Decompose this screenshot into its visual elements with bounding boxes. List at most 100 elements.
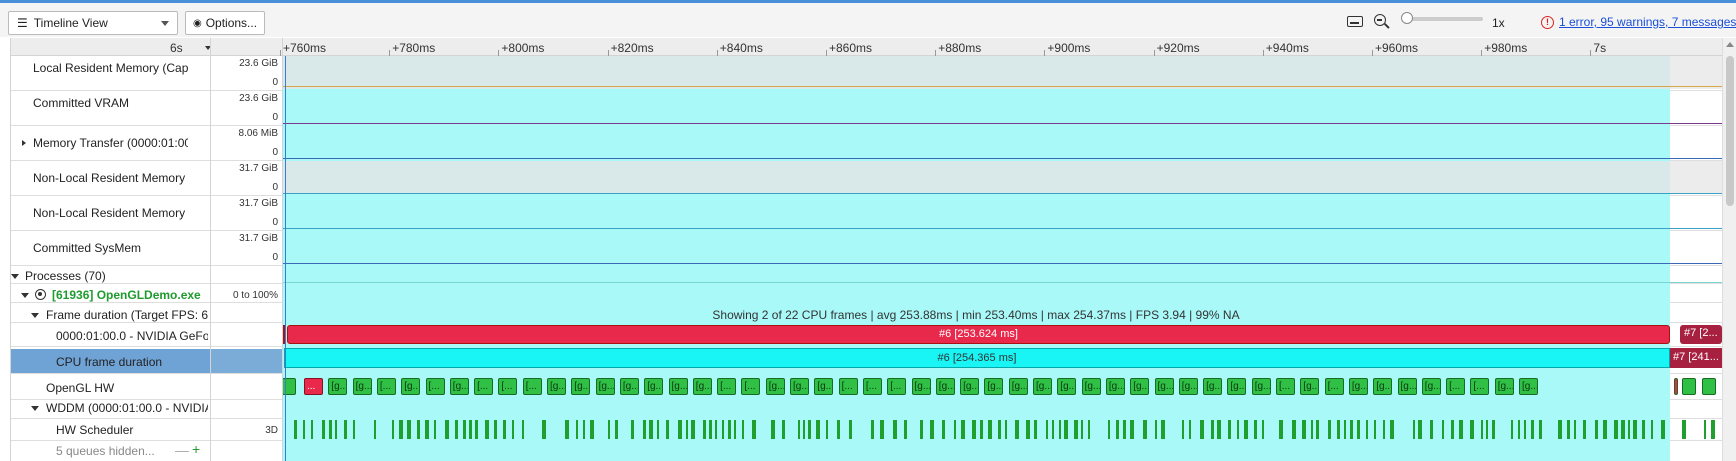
hw-scheduler-packet[interactable]: [798, 420, 800, 439]
row-label-gpu-frames[interactable]: 0000:01:00.0 - NVIDIA GeFo: [56, 329, 208, 343]
hw-scheduler-packet[interactable]: [353, 420, 355, 439]
hw-scheduler-packet[interactable]: [893, 420, 897, 439]
hw-scheduler-packet[interactable]: [1711, 420, 1715, 439]
opengl-hw-block[interactable]: [g...: [935, 378, 955, 395]
options-button[interactable]: ◉ Options...: [185, 11, 265, 35]
opengl-hw-block[interactable]: [...: [1324, 378, 1344, 395]
hw-scheduler-packet[interactable]: [1244, 420, 1248, 439]
opengl-hw-block[interactable]: [g...: [692, 378, 712, 395]
hw-scheduler-packet[interactable]: [771, 420, 775, 439]
hw-scheduler-packet[interactable]: [542, 420, 546, 439]
row-label-local-resident-memory[interactable]: Local Resident Memory (Cap. 23: [33, 61, 188, 75]
zoom-slider-handle[interactable]: [1401, 12, 1413, 24]
row-label-nonlocal-resident-memory[interactable]: Non-Local Resident Memory (Ca: [33, 206, 188, 220]
row-label-wddm[interactable]: WDDM (0000:01:00.0 - NVIDIA: [46, 401, 208, 415]
view-select[interactable]: ☰ Timeline View: [8, 11, 178, 35]
hw-scheduler-packet[interactable]: [1430, 420, 1433, 439]
hw-scheduler-packet[interactable]: [1328, 420, 1331, 439]
hw-scheduler-packet[interactable]: [1583, 420, 1586, 439]
hw-scheduler-packet[interactable]: [988, 420, 992, 439]
collapse-arrow-icon[interactable]: [21, 293, 29, 298]
collapse-arrow-icon[interactable]: [11, 274, 19, 279]
hw-scheduler-packet[interactable]: [1486, 420, 1488, 439]
hw-scheduler-packet[interactable]: [1302, 420, 1306, 439]
hw-scheduler-packet[interactable]: [1081, 420, 1083, 439]
hw-scheduler-packet[interactable]: [904, 420, 907, 439]
hw-scheduler-packet[interactable]: [782, 420, 785, 439]
hw-scheduler-packet[interactable]: [1344, 420, 1346, 439]
hw-scheduler-packet[interactable]: [1704, 420, 1706, 439]
hw-scheduler-packet[interactable]: [455, 420, 458, 439]
hw-scheduler-packet[interactable]: [1350, 420, 1353, 439]
hw-scheduler-packet[interactable]: [1492, 420, 1495, 439]
hw-scheduler-packet[interactable]: [1123, 420, 1126, 439]
hw-scheduler-packet[interactable]: [709, 420, 712, 439]
opengl-hw-block[interactable]: [...: [862, 378, 882, 395]
hw-scheduler-packet[interactable]: [485, 420, 489, 439]
hw-scheduler-packet[interactable]: [657, 420, 659, 439]
row-label-nonlocal-resident-memory[interactable]: Non-Local Resident Memory (Ca: [33, 171, 188, 185]
hw-scheduler-packet[interactable]: [1383, 420, 1385, 439]
hw-scheduler-packet[interactable]: [1518, 420, 1520, 439]
hw-scheduler-packet[interactable]: [1200, 420, 1204, 439]
row-label-cpu-frame-duration[interactable]: CPU frame duration: [56, 355, 208, 369]
hw-scheduler-packet[interactable]: [1217, 420, 1221, 439]
hw-scheduler-packet[interactable]: [871, 420, 874, 439]
keyboard-icon[interactable]: [1347, 16, 1363, 27]
gpu-frame-bar[interactable]: #7 [2...: [1680, 325, 1722, 344]
cpu-frame-bar[interactable]: #7 [241...: [1670, 348, 1722, 368]
row-label-memory-transfer[interactable]: Memory Transfer (0000:01:00.0: [33, 136, 188, 150]
hw-scheduler-packet[interactable]: [608, 420, 610, 439]
hw-scheduler-packet[interactable]: [980, 420, 983, 439]
hw-scheduler-packet[interactable]: [1614, 420, 1618, 439]
hw-scheduler-packet[interactable]: [826, 420, 828, 439]
hw-scheduler-packet[interactable]: [494, 420, 497, 439]
opengl-hw-block[interactable]: [g...: [1130, 378, 1150, 395]
opengl-hw-block[interactable]: [g...: [571, 378, 591, 395]
hw-scheduler-packet[interactable]: [1316, 420, 1319, 439]
hw-scheduler-packet[interactable]: [1633, 420, 1637, 439]
opengl-hw-block[interactable]: [g...: [1154, 378, 1174, 395]
hw-scheduler-packet[interactable]: [1366, 420, 1368, 439]
hw-scheduler-packet[interactable]: [734, 420, 736, 439]
opengl-hw-block[interactable]: [...: [522, 378, 542, 395]
opengl-hw-block[interactable]: [1674, 378, 1678, 395]
hw-scheduler-packet[interactable]: [1211, 420, 1214, 439]
gpu-frame-bar[interactable]: #6 [253.624 ms]: [287, 325, 1670, 344]
hw-scheduler-packet[interactable]: [1155, 420, 1157, 439]
hw-scheduler-packet[interactable]: [728, 420, 731, 439]
hw-scheduler-packet[interactable]: [1558, 420, 1562, 439]
hw-scheduler-packet[interactable]: [1311, 420, 1313, 439]
opengl-hw-block[interactable]: [...: [376, 378, 396, 395]
opengl-hw-block[interactable]: [g...: [765, 378, 785, 395]
hw-scheduler-packet[interactable]: [1470, 420, 1474, 439]
zoom-slider-track[interactable]: [1403, 17, 1483, 21]
hw-scheduler-packet[interactable]: [1628, 420, 1630, 439]
hw-scheduler-packet[interactable]: [425, 420, 429, 439]
opengl-hw-block[interactable]: [g...: [449, 378, 469, 395]
time-cursor[interactable]: [285, 56, 286, 461]
hw-scheduler-packet[interactable]: [715, 420, 717, 439]
opengl-hw-block[interactable]: [1702, 378, 1716, 395]
hw-scheduler-packet[interactable]: [930, 420, 934, 439]
hw-scheduler-packet[interactable]: [335, 420, 337, 439]
column-divider[interactable]: [210, 38, 211, 461]
hw-scheduler-packet[interactable]: [1052, 420, 1054, 439]
row-label-committed-vram[interactable]: Committed VRAM: [33, 96, 188, 110]
hw-scheduler-packet[interactable]: [1451, 420, 1454, 439]
opengl-hw-block[interactable]: [g...: [790, 378, 809, 395]
hw-scheduler-packet[interactable]: [742, 420, 744, 439]
hw-scheduler-packet[interactable]: [1059, 420, 1061, 439]
hw-scheduler-packet[interactable]: [1682, 420, 1686, 439]
opengl-hw-block[interactable]: [...: [741, 378, 761, 395]
hw-scheduler-packet[interactable]: [463, 420, 466, 439]
hw-scheduler-packet[interactable]: [583, 420, 585, 439]
opengl-hw-block[interactable]: [g...: [1373, 378, 1393, 395]
opengl-hw-block[interactable]: [g...: [1081, 378, 1101, 395]
hw-scheduler-packet[interactable]: [808, 420, 811, 439]
hw-scheduler-packet[interactable]: [1026, 420, 1030, 439]
hw-scheduler-packet[interactable]: [475, 420, 478, 439]
hw-scheduler-packet[interactable]: [920, 420, 923, 439]
hw-scheduler-packet[interactable]: [1161, 420, 1165, 439]
hw-scheduler-packet[interactable]: [303, 420, 305, 439]
